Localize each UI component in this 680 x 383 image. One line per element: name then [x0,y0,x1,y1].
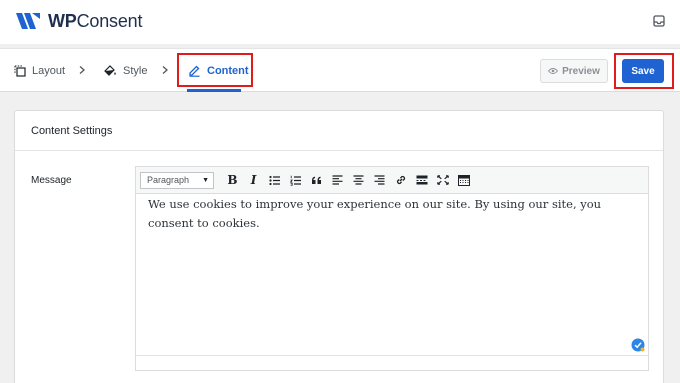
grammar-check-icon[interactable] [631,338,645,352]
toolbar-toggle-icon[interactable] [453,170,474,190]
chevron-right-icon [162,66,168,74]
blockquote-icon[interactable] [306,170,327,190]
logo-mark-icon [16,13,40,29]
top-bar: WPConsent [0,0,680,44]
wpconsent-logo[interactable]: WPConsent [14,8,142,34]
save-button[interactable]: Save [622,59,664,83]
highlight-box-content [177,53,253,87]
eye-icon [548,68,559,74]
preview-button-label: Preview [562,65,600,77]
align-left-icon[interactable] [327,170,348,190]
bulleted-list-icon[interactable] [264,170,285,190]
step-layout-label: Layout [32,64,66,77]
message-label: Message [31,175,72,186]
editor-statusbar [136,355,648,370]
step-layout[interactable]: Layout [14,49,65,92]
caret-down-icon: ▼ [202,176,209,184]
editor-toolbar: Paragraph ▼ B I [136,167,648,194]
read-more-icon[interactable] [411,170,432,190]
numbered-list-icon[interactable] [285,170,306,190]
align-center-icon[interactable] [348,170,369,190]
chevron-right-icon [79,66,85,74]
message-line-1: We use cookies to improve your experienc… [148,197,602,211]
format-select[interactable]: Paragraph ▼ [140,171,214,189]
message-line-2: consent to cookies. [148,216,260,230]
inbox-icon[interactable] [653,15,665,27]
brand-name-regular: Consent [76,10,143,31]
format-select-value: Paragraph [147,175,190,185]
content-settings-panel: Content Settings Message Paragraph ▼ B I [14,110,664,383]
link-icon[interactable] [390,170,411,190]
message-editor[interactable]: Paragraph ▼ B I We use cookies to improv… [135,166,649,371]
italic-icon[interactable]: I [243,170,264,190]
bold-icon[interactable]: B [222,170,243,190]
active-step-underline [187,89,241,92]
fullscreen-icon[interactable] [432,170,453,190]
preview-button[interactable]: Preview [540,59,608,83]
step-style-label: Style [123,64,148,77]
step-style[interactable]: Style [103,49,147,92]
brand-name-bold: WP [48,10,77,31]
panel-title: Content Settings [15,111,663,151]
layout-icon [14,65,26,77]
wizard-nav: Layout Style Content Preview Save [0,48,680,92]
paint-bucket-icon [104,65,116,76]
align-right-icon[interactable] [369,170,390,190]
editor-content[interactable]: We use cookies to improve your experienc… [136,194,648,233]
